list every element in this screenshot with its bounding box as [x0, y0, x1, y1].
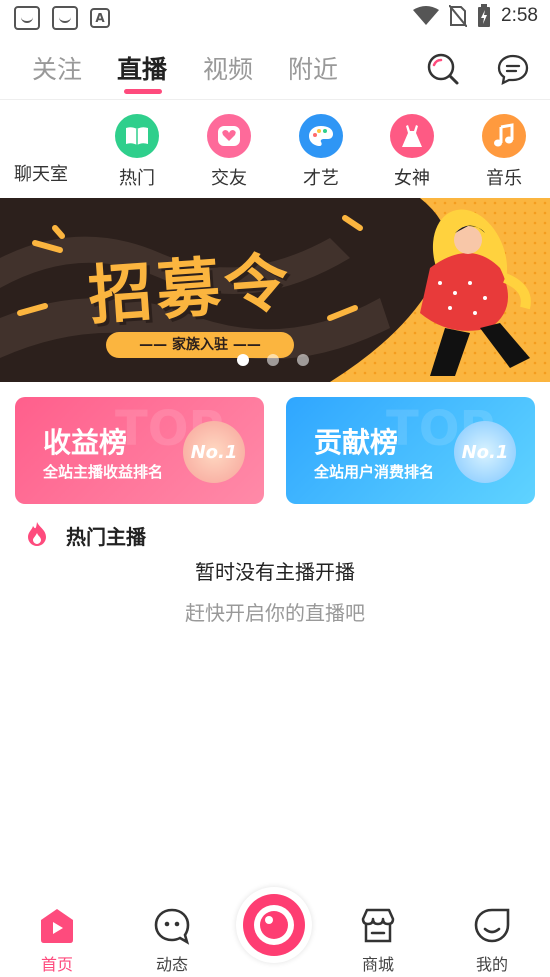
pager-dot[interactable]	[297, 354, 309, 366]
card-title: 贡献榜	[314, 426, 399, 459]
font-icon: A	[90, 8, 110, 28]
face-icon	[52, 6, 78, 30]
status-bar: A 2:58	[0, 0, 550, 36]
chat-face-icon	[154, 908, 190, 945]
cat-chatroom[interactable]: 聊天室	[14, 160, 68, 186]
tab-nearby[interactable]: 附近	[288, 50, 338, 86]
empty-state-hint: 赶快开启你的直播吧	[185, 601, 365, 625]
shop-icon	[361, 908, 395, 943]
tab-video[interactable]: 视频	[203, 50, 253, 86]
cat-friends[interactable]: 交友	[189, 108, 269, 190]
go-live-button[interactable]	[236, 887, 312, 963]
bottom-nav: 首页 动态 商城 我的	[0, 887, 550, 977]
banner-title: 招募令	[86, 245, 295, 335]
live-camera-icon	[243, 894, 305, 956]
contribution-rank-card[interactable]: TOP 贡献榜 全站用户消费排名 No.1	[286, 397, 535, 504]
no1-badge-icon: No.1	[454, 421, 516, 483]
empty-state-message: 暂时没有主播开播	[195, 560, 355, 584]
music-icon	[482, 114, 526, 158]
wifi-icon	[413, 6, 440, 25]
income-rank-card[interactable]: TOP 收益榜 全站主播收益排名 No.1	[15, 397, 264, 504]
pager-dot[interactable]	[267, 354, 279, 366]
tab-indicator	[124, 89, 162, 94]
cat-music[interactable]: 音乐	[464, 108, 544, 190]
heart-icon	[207, 114, 251, 158]
face-icon	[14, 6, 40, 30]
profile-icon	[474, 908, 510, 943]
book-icon	[115, 114, 159, 158]
nav-shop[interactable]: 商城	[338, 907, 418, 975]
card-title: 收益榜	[43, 426, 128, 459]
nav-feed[interactable]: 动态	[132, 907, 212, 975]
banner-pager	[237, 354, 309, 366]
hot-anchors-title: 热门主播	[66, 525, 146, 549]
card-subtitle: 全站用户消费排名	[314, 463, 435, 481]
dress-icon	[390, 114, 434, 158]
flame-icon	[28, 522, 46, 546]
status-notifications: A	[14, 6, 110, 30]
no1-badge-icon: No.1	[183, 421, 245, 483]
battery-charging-icon	[478, 4, 491, 27]
tab-follow[interactable]: 关注	[32, 50, 82, 86]
tab-live[interactable]: 直播	[117, 50, 167, 86]
message-icon[interactable]	[496, 52, 530, 86]
nav-profile[interactable]: 我的	[452, 907, 532, 975]
cat-hot[interactable]: 热门	[97, 108, 177, 190]
search-icon[interactable]	[426, 52, 460, 86]
cat-goddess[interactable]: 女神	[372, 108, 452, 190]
card-subtitle: 全站主播收益排名	[43, 463, 164, 481]
status-system: 2:58	[413, 4, 538, 28]
top-tab-bar: 关注 直播 视频 附近	[0, 40, 550, 100]
clock: 2:58	[501, 5, 538, 26]
nav-home[interactable]: 首页	[17, 907, 97, 975]
category-bar: 聊天室 热门 交友 才艺 女神 音乐	[0, 108, 550, 190]
pager-dot[interactable]	[237, 354, 249, 366]
palette-icon	[299, 114, 343, 158]
home-icon	[41, 909, 73, 943]
no-sim-icon	[449, 5, 468, 27]
cat-talent[interactable]: 才艺	[281, 108, 361, 190]
